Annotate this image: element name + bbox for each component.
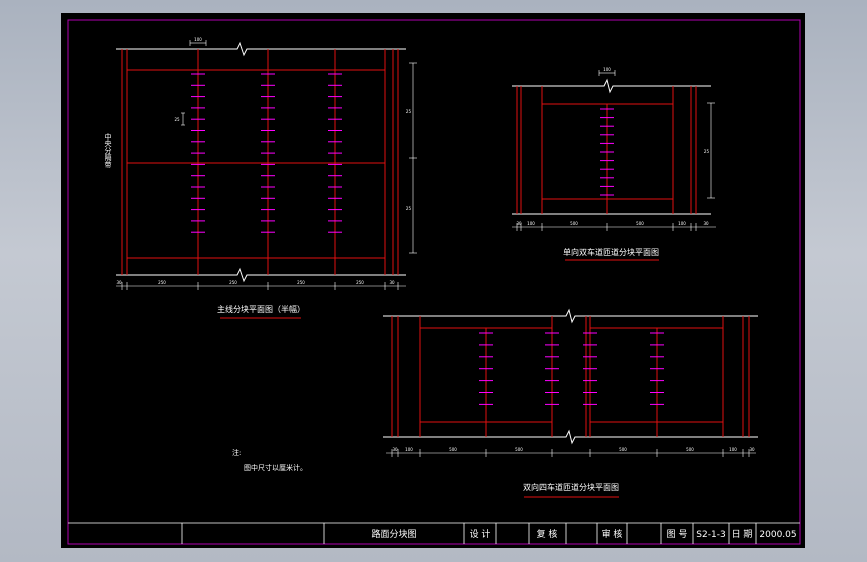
single-bottom-dim-1: 30 [516,221,522,226]
single-dimension-labels: 100 25 30 100 500 500 100 30 [516,67,709,226]
double-bottom-dim-8: 30 [749,447,755,452]
double-bottom-dim-1: 30 [392,447,398,452]
title-block-date-label: 日 期 [732,529,753,540]
main-dimensions [116,40,417,290]
double-bottom-break-line [383,429,758,445]
main-bottom-dim-1: 30 [116,280,122,285]
title-block-title: 路面分块图 [371,528,416,540]
double-bottom-dim-5: 500 [619,447,627,452]
drawing-border [67,19,801,545]
main-plan-drawing [116,41,406,283]
single-right-dim-label: 25 [704,149,710,154]
title-block-drawing-no: S2-1-3 [696,530,725,540]
double-dimensions [386,449,756,457]
single-bottom-dim-5: 100 [678,221,686,226]
double-bottom-dim-3: 500 [449,447,457,452]
double-top-break-line [383,308,758,324]
main-bottom-dim-6: 30 [389,280,395,285]
double-dowel-bars [479,332,664,405]
single-top-dim-label: 100 [603,67,611,72]
main-plan-caption: 主线分块平面图（半幅） [217,304,305,314]
cad-drawing: 100 25 25 25 30 250 250 250 250 30 中央分隔带… [67,19,801,545]
single-bottom-dim-3: 500 [570,221,578,226]
double-bottom-dim-2: 100 [405,447,413,452]
central-divider-label: 中央分隔带 [104,132,112,169]
double-bottom-dim-7: 100 [729,447,737,452]
main-dowel-bars [191,73,342,233]
double-ramp-drawing [383,308,758,445]
main-bottom-dim-3: 250 [229,280,237,285]
main-bolt-spacing-label: 25 [174,117,180,122]
title-block [68,522,800,544]
notes-heading: 注: [232,448,241,457]
main-bottom-dim-2: 250 [158,280,166,285]
main-right-dim-2: 25 [406,206,412,211]
single-bottom-dim-4: 500 [636,221,644,226]
single-bottom-dim-2: 100 [527,221,535,226]
double-ramp-caption: 双向四车道匝道分块平面图 [523,482,619,492]
double-bottom-dim-6: 500 [686,447,694,452]
drawing-sheet: 100 25 25 25 30 250 250 250 250 30 中央分隔带… [61,13,805,548]
title-block-design: 设 计 [470,528,491,540]
double-dimension-labels: 30 100 500 500 500 500 100 30 [392,447,755,452]
title-block-review: 复 核 [537,528,558,540]
title-block-date: 2000.05 [759,530,796,540]
single-ramp-caption: 单向双车道匝道分块平面图 [563,247,659,257]
main-bottom-dim-5: 250 [356,280,364,285]
title-block-drawing-no-label: 图 号 [667,529,688,540]
main-top-dim-label: 100 [194,37,202,42]
notes-line-1: 图中尺寸以厘米计。 [244,463,307,472]
single-dimensions [512,70,716,231]
main-right-dim-1: 25 [406,109,412,114]
double-bottom-dim-4: 500 [515,447,523,452]
title-block-audit: 审 核 [602,528,623,540]
single-bottom-dim-6: 30 [703,221,709,226]
single-ramp-drawing [512,78,711,215]
main-top-break-line [116,41,406,57]
main-bottom-dim-4: 250 [297,280,305,285]
